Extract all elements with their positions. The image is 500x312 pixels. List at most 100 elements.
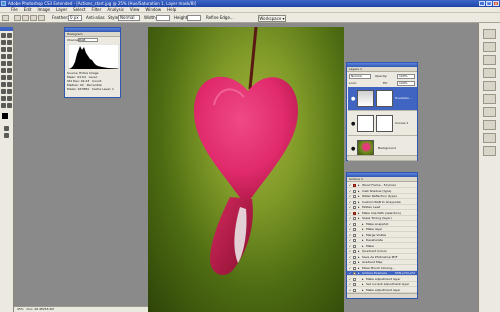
new-selection-icon[interactable]: [14, 15, 21, 21]
menu-file[interactable]: File: [8, 7, 21, 12]
expand-triangle-icon[interactable]: ▸: [362, 238, 364, 243]
layers-panel[interactable]: Layers × Normal Opacity: 100% Lock: Fill…: [346, 62, 418, 161]
expand-triangle-icon[interactable]: ▸: [358, 260, 360, 265]
dialog-toggle-icon[interactable]: [353, 184, 356, 187]
dialog-toggle-icon[interactable]: [353, 200, 356, 204]
expand-triangle-icon[interactable]: ▸: [362, 288, 364, 293]
action-enabled-check-icon[interactable]: ✓: [348, 227, 352, 232]
expand-triangle-icon[interactable]: ▸: [358, 205, 360, 210]
zoom-level[interactable]: 25%: [17, 307, 24, 311]
style-select[interactable]: Normal: [118, 15, 140, 21]
menu-layer[interactable]: Layer: [53, 7, 70, 12]
expand-triangle-icon[interactable]: ▸: [358, 216, 360, 221]
layer-mask-thumbnail[interactable]: [376, 90, 393, 107]
height-input[interactable]: [187, 15, 201, 21]
action-item[interactable]: ✓ ▸ Save As Photoshop PDF: [347, 255, 417, 260]
dialog-toggle-icon[interactable]: [353, 272, 356, 275]
dialog-toggle-icon[interactable]: [353, 222, 356, 226]
dialog-toggle-icon[interactable]: [353, 195, 356, 198]
action-item[interactable]: ✓ ▸Set current adjustment layer: [347, 282, 417, 287]
actions-panel[interactable]: Actions × ✓ ▸ Wood Frame - 50 pixel ✓ ▸ Cast …: [346, 172, 418, 299]
dock-paragraph-icon[interactable]: [483, 120, 496, 130]
action-item[interactable]: ✓ ▸ Wood Frame - 50 pixel: [347, 183, 417, 188]
type-tool-icon[interactable]: [7, 82, 12, 87]
action-item[interactable]: ✓ ▸ Make Clip Path (selection): [347, 211, 417, 216]
action-item[interactable]: ✓ ▸ Actions Example Shft+Ctrl+F2: [347, 271, 417, 276]
layers-tab[interactable]: Layers ×: [347, 67, 417, 72]
action-enabled-check-icon[interactable]: ✓: [348, 194, 352, 199]
maximize-button[interactable]: □: [486, 1, 492, 6]
action-item[interactable]: ✓ ▸ Make snapshot: [347, 222, 417, 227]
quick-mask-icon[interactable]: [4, 126, 9, 131]
menu-filter[interactable]: Filter: [88, 7, 104, 12]
dialog-toggle-icon[interactable]: [353, 217, 356, 220]
brush-tool-icon[interactable]: [7, 54, 12, 59]
dialog-toggle-icon[interactable]: [353, 239, 356, 242]
minimize-button[interactable]: _: [479, 1, 485, 6]
menu-view[interactable]: View: [127, 7, 143, 12]
action-item[interactable]: ✓ ▸ Gradient Map: [347, 260, 417, 265]
notes-tool-icon[interactable]: [1, 96, 6, 101]
action-enabled-check-icon[interactable]: ✓: [348, 233, 352, 238]
dialog-toggle-icon[interactable]: [353, 288, 356, 292]
dialog-toggle-icon[interactable]: [353, 283, 356, 286]
expand-triangle-icon[interactable]: ▸: [358, 211, 360, 216]
foreground-color-swatch[interactable]: [2, 113, 8, 119]
magic-wand-tool-icon[interactable]: [7, 40, 12, 45]
clone-stamp-tool-icon[interactable]: [1, 61, 6, 66]
add-selection-icon[interactable]: [22, 15, 29, 21]
dialog-toggle-icon[interactable]: [353, 277, 356, 281]
dock-swatches-icon[interactable]: [483, 55, 496, 65]
dialog-toggle-icon[interactable]: [353, 266, 356, 270]
actions-tab[interactable]: Actions ×: [347, 177, 417, 182]
expand-triangle-icon[interactable]: ▸: [362, 233, 364, 238]
action-enabled-check-icon[interactable]: ✓: [348, 200, 352, 205]
opacity-input[interactable]: 100%: [397, 74, 415, 79]
eraser-tool-icon[interactable]: [1, 68, 6, 73]
action-enabled-check-icon[interactable]: ✓: [348, 183, 352, 188]
subtract-selection-icon[interactable]: [30, 15, 37, 21]
action-enabled-check-icon[interactable]: ✓: [348, 244, 352, 249]
menu-select[interactable]: Select: [70, 7, 88, 12]
action-enabled-check-icon[interactable]: ✓: [348, 288, 352, 293]
eye-icon[interactable]: ●: [351, 96, 355, 102]
expand-triangle-icon[interactable]: ▸: [358, 189, 360, 194]
action-item[interactable]: ✓ ▸ Make adjustment layer: [347, 277, 417, 282]
dock-character-icon[interactable]: [483, 107, 496, 117]
path-selection-tool-icon[interactable]: [1, 89, 6, 94]
dialog-toggle-icon[interactable]: [353, 244, 356, 248]
width-input[interactable]: [156, 15, 170, 21]
dialog-toggle-icon[interactable]: [353, 189, 356, 193]
eyedropper-tool-icon[interactable]: [7, 96, 12, 101]
action-enabled-check-icon[interactable]: ✓: [348, 222, 352, 227]
intersect-selection-icon[interactable]: [38, 15, 45, 21]
blur-tool-icon[interactable]: [1, 75, 6, 80]
close-button[interactable]: ×: [493, 1, 499, 6]
screen-mode-icon[interactable]: [4, 133, 9, 138]
action-item[interactable]: ✓ ▸ Mixer Brush Cloning...: [347, 266, 417, 271]
expand-triangle-icon[interactable]: ▸: [362, 222, 364, 227]
action-enabled-check-icon[interactable]: ✓: [348, 211, 352, 216]
action-item[interactable]: ✓ ▸ Merge Visible: [347, 233, 417, 238]
lasso-tool-icon[interactable]: [1, 40, 6, 45]
document-canvas[interactable]: [148, 27, 344, 312]
dialog-toggle-icon[interactable]: [353, 255, 356, 259]
shape-tool-icon[interactable]: [7, 89, 12, 94]
menu-window[interactable]: Window: [142, 7, 164, 12]
menu-analysis[interactable]: Analysis: [104, 7, 126, 12]
feather-input[interactable]: 0 px: [68, 15, 82, 21]
dodge-tool-icon[interactable]: [7, 75, 12, 80]
action-item[interactable]: ✓ ▸ Custom RGB to Grayscale: [347, 200, 417, 205]
expand-triangle-icon[interactable]: ▸: [358, 255, 360, 260]
action-item[interactable]: ✓ ▸ Cast Shadow (type): [347, 189, 417, 194]
action-item[interactable]: ✓ ▸ Make layer: [347, 227, 417, 232]
expand-triangle-icon[interactable]: ▸: [358, 183, 360, 188]
dialog-toggle-icon[interactable]: [353, 261, 356, 264]
action-enabled-check-icon[interactable]: ✓: [348, 189, 352, 194]
expand-triangle-icon[interactable]: ▸: [362, 282, 364, 287]
expand-triangle-icon[interactable]: ▸: [362, 244, 364, 249]
action-item[interactable]: ✓ ▸ Quadrant Colors: [347, 249, 417, 254]
move-tool-icon[interactable]: [1, 33, 6, 38]
dialog-toggle-icon[interactable]: [353, 228, 356, 231]
eye-icon[interactable]: ●: [351, 121, 355, 127]
